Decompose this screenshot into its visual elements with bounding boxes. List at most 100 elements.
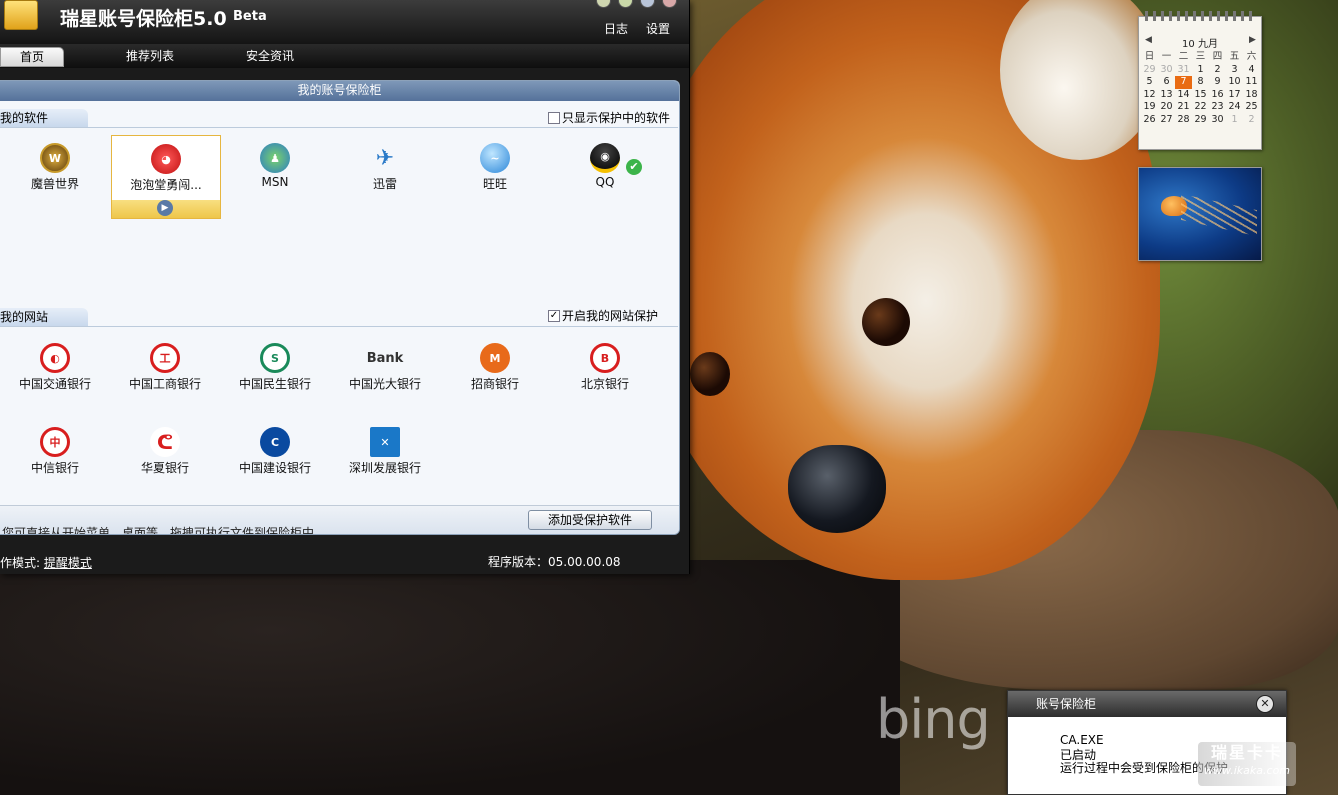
tab-recommended[interactable]: 推荐列表: [110, 47, 190, 67]
calendar-day[interactable]: 6: [1158, 76, 1175, 89]
calendar-day[interactable]: 17: [1226, 89, 1243, 102]
site-item-ccb[interactable]: C 中国建设银行: [220, 427, 330, 476]
calendar-day[interactable]: 13: [1158, 89, 1175, 102]
settings-link[interactable]: 设置: [646, 20, 670, 37]
calendar-day[interactable]: 1: [1192, 64, 1209, 77]
calendar-day[interactable]: 25: [1243, 101, 1260, 114]
wallpaper-dark-fur: [0, 560, 900, 795]
protected-check-icon: ✔: [626, 159, 642, 175]
calendar-day[interactable]: 14: [1175, 89, 1192, 102]
site-item-icbc[interactable]: 工 中国工商银行: [110, 343, 220, 392]
work-mode: 作模式: 提醒模式: [0, 554, 92, 571]
calendar-today[interactable]: 7: [1175, 76, 1192, 89]
slideshow-gadget[interactable]: [1138, 167, 1262, 261]
calendar-day[interactable]: 3: [1226, 64, 1243, 77]
calendar-day[interactable]: 1: [1226, 114, 1243, 127]
bing-logo: bing: [876, 688, 991, 751]
msn-icon: ♟: [260, 143, 290, 173]
site-protection-label: 开启我的网站保护: [562, 309, 659, 323]
calendar-day[interactable]: 26: [1141, 114, 1158, 127]
close-button[interactable]: [662, 0, 677, 8]
calendar-day[interactable]: 28: [1175, 114, 1192, 127]
calendar-day[interactable]: 30: [1158, 64, 1175, 77]
calendar-day[interactable]: 2: [1243, 114, 1260, 127]
calendar-week: 26 27 28 29 30 1 2: [1141, 114, 1260, 127]
site-item-bocom[interactable]: ◐ 中国交通银行: [0, 343, 110, 392]
weekday: 日: [1144, 51, 1155, 63]
add-protected-software-button[interactable]: 添加受保护软件: [528, 510, 652, 530]
calendar-day[interactable]: 24: [1226, 101, 1243, 114]
tab-home[interactable]: 首页: [0, 47, 64, 67]
calendar-day[interactable]: 20: [1158, 101, 1175, 114]
calendar-day[interactable]: 2: [1209, 64, 1226, 77]
next-month-icon[interactable]: ▶: [1249, 35, 1256, 45]
calendar-day[interactable]: 4: [1243, 64, 1260, 77]
software-item-bubble-game[interactable]: ◕ 泡泡堂勇闯... ▶: [111, 135, 221, 219]
qq-icon: ◉: [590, 143, 620, 173]
calendar-day[interactable]: 16: [1209, 89, 1226, 102]
software-item-qq[interactable]: ◉ QQ ✔: [550, 143, 660, 189]
maximize-button[interactable]: [640, 0, 655, 8]
calendar-day[interactable]: 8: [1192, 76, 1209, 89]
warcraft-icon: W: [40, 143, 70, 173]
site-item-sdb[interactable]: ✕ 深圳发展银行: [330, 427, 440, 476]
thunder-icon: ✈: [375, 145, 395, 171]
sites-section-divider: [0, 326, 678, 327]
software-section-text: 我的软件: [0, 111, 49, 125]
calendar-day[interactable]: 10: [1226, 76, 1243, 89]
protected-only-checkbox-box[interactable]: [548, 111, 560, 124]
weekday: 四: [1212, 51, 1223, 63]
calendar-day[interactable]: 29: [1192, 114, 1209, 127]
calendar-day[interactable]: 12: [1141, 89, 1158, 102]
tab-security-news[interactable]: 安全资讯: [230, 47, 310, 67]
minimize-button[interactable]: [618, 0, 633, 8]
site-label: 中国光大银行: [348, 377, 421, 391]
calendar-day[interactable]: 5: [1141, 76, 1158, 89]
site-item-hxb[interactable]: ᕦ 华夏银行: [110, 427, 220, 476]
app-title: 瑞星账号保险柜5.0: [60, 8, 227, 30]
calendar-day[interactable]: 15: [1192, 89, 1209, 102]
calendar-month: 10 九月: [1182, 39, 1218, 50]
software-item-msn[interactable]: ♟ MSN: [220, 143, 330, 189]
calendar-grid: 日 一 二 三 四 五 六 29 30 31 1 2 3 4 5 6 7 8 9…: [1141, 51, 1260, 126]
software-label: 旺旺: [482, 177, 507, 191]
bocom-icon: ◐: [40, 343, 70, 373]
citic-icon: 中: [40, 427, 70, 457]
calendar-day[interactable]: 21: [1175, 101, 1192, 114]
site-item-cmb[interactable]: M 招商银行: [440, 343, 550, 392]
skin-button[interactable]: [596, 0, 611, 8]
work-mode-label: 作模式:: [0, 556, 41, 570]
ceb-icon: Bank: [367, 343, 404, 373]
cmbc-icon: S: [260, 343, 290, 373]
calendar-day[interactable]: 23: [1209, 101, 1226, 114]
site-item-ceb[interactable]: Bank 中国光大银行: [330, 343, 440, 392]
sdb-icon: ✕: [370, 427, 400, 457]
software-label: 魔兽世界: [30, 177, 79, 191]
calendar-day[interactable]: 30: [1209, 114, 1226, 127]
red-panda-eye-left: [690, 352, 730, 396]
notification-close-icon[interactable]: ✕: [1256, 695, 1274, 713]
calendar-day[interactable]: 29: [1141, 64, 1158, 77]
site-item-bob[interactable]: B 北京银行: [550, 343, 660, 392]
account-vault-window: 瑞星账号保险柜5.0 Beta 日志 设置 首页 推荐列表 安全资讯 我的账号保…: [0, 0, 690, 574]
calendar-week: 5 6 7 8 9 10 11: [1141, 76, 1260, 89]
calendar-day[interactable]: 9: [1209, 76, 1226, 89]
site-item-cmbc[interactable]: S 中国民生银行: [220, 343, 330, 392]
site-item-citic[interactable]: 中 中信银行: [0, 427, 110, 476]
calendar-day[interactable]: 27: [1158, 114, 1175, 127]
calendar-day[interactable]: 22: [1192, 101, 1209, 114]
site-protection-checkbox[interactable]: ✓ 开启我的网站保护: [548, 307, 658, 324]
calendar-day[interactable]: 31: [1175, 64, 1192, 77]
site-protection-checkbox-box[interactable]: ✓: [548, 309, 560, 322]
software-item-warcraft[interactable]: W 魔兽世界: [0, 143, 110, 192]
protected-only-checkbox[interactable]: 只显示保护中的软件: [548, 109, 670, 126]
work-mode-link[interactable]: 提醒模式: [44, 556, 92, 570]
calendar-day[interactable]: 18: [1243, 89, 1260, 102]
calendar-day[interactable]: 11: [1243, 76, 1260, 89]
calendar-day[interactable]: 19: [1141, 101, 1158, 114]
play-icon[interactable]: ▶: [157, 200, 173, 216]
log-link[interactable]: 日志: [604, 20, 628, 37]
software-item-wangwang[interactable]: ~ 旺旺: [440, 143, 550, 192]
software-item-thunder[interactable]: ✈ 迅雷: [330, 143, 440, 192]
red-panda-nose: [788, 445, 886, 533]
